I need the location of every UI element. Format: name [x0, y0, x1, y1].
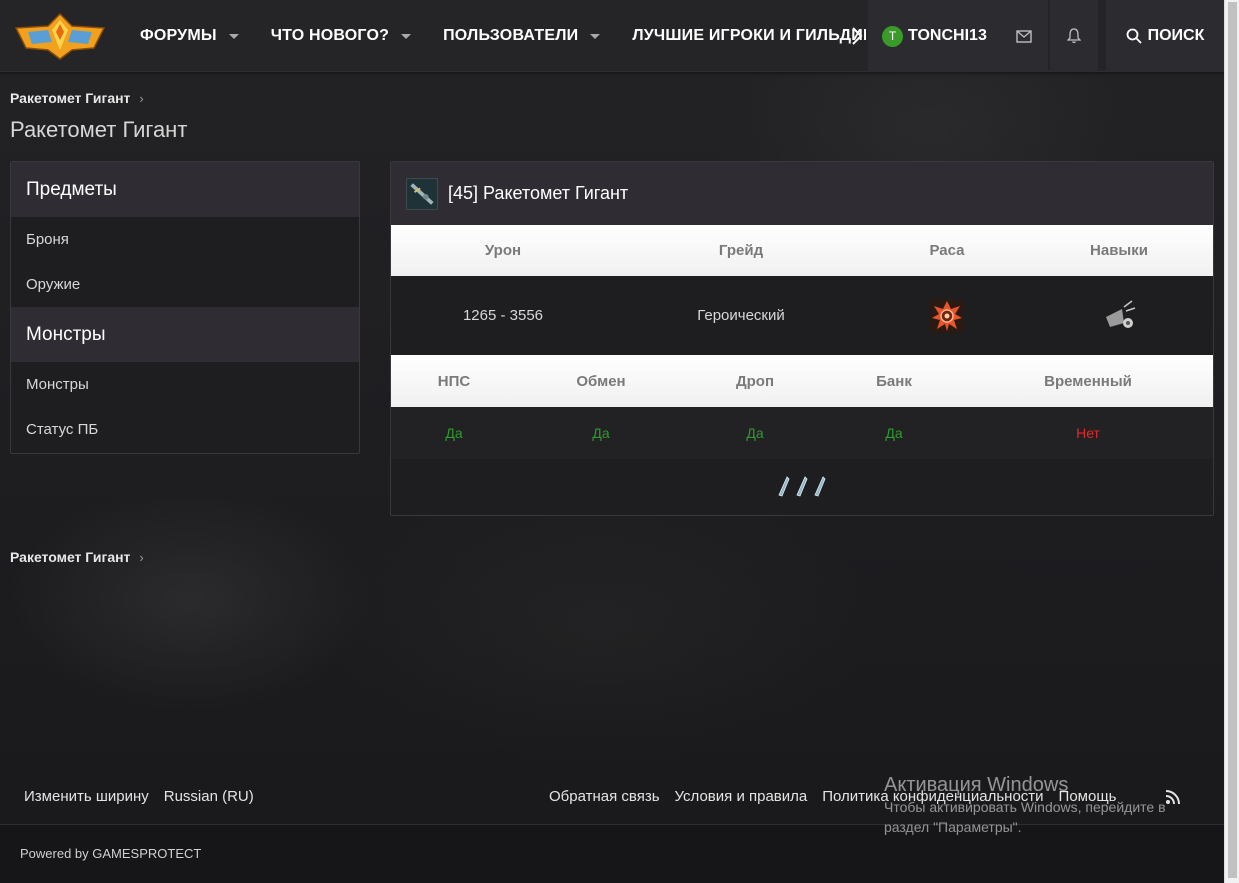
search-icon: [1126, 28, 1142, 44]
flags-header-row: НПС Обмен Дроп Банк Временный: [391, 355, 1213, 407]
avatar: T: [882, 25, 903, 47]
watermark-line-2: раздел "Параметры".: [884, 819, 1022, 835]
damage-value: 1265 - 3556: [462, 307, 544, 324]
main-nav: ФОРУМЫ ЧТО НОВОГО? ПОЛЬЗОВАТЕЛИ ЛУЧШИЕ И…: [124, 0, 866, 72]
soulshot-icons: [778, 476, 826, 497]
username: TONCHI13: [908, 27, 987, 44]
search-label: ПОИСК: [1147, 27, 1205, 44]
exchange-value: Да: [592, 425, 610, 441]
sidebar-item-pb-status[interactable]: Статус ПБ: [11, 407, 359, 452]
chevron-down-icon[interactable]: [401, 33, 412, 39]
chevron-right-icon: ›: [139, 90, 144, 106]
nav-forums-label: ФОРУМЫ: [140, 27, 217, 44]
header-npc: НПС: [437, 373, 471, 390]
nav-forums[interactable]: ФОРУМЫ: [124, 0, 255, 72]
powered-by: Powered by GAMESPROTECT: [20, 846, 202, 861]
chevron-right-icon: [852, 27, 863, 45]
page-title: Ракетомет Гигант: [10, 117, 188, 142]
nav-whats-new[interactable]: ЧТО НОВОГО?: [255, 0, 427, 72]
envelope-icon: [1016, 29, 1032, 43]
item-card: [45] Ракетомет Гигант Урон Грейд Раса На…: [390, 161, 1214, 516]
bell-icon: [1067, 28, 1081, 44]
footer-left-links: Изменить ширину Russian (RU): [24, 788, 269, 805]
site-logo[interactable]: [14, 12, 106, 60]
soulshot-row: [391, 459, 1213, 515]
terms-link[interactable]: Условия и правила: [675, 788, 808, 805]
top-navigation-bar: ФОРУМЫ ЧТО НОВОГО? ПОЛЬЗОВАТЕЛИ ЛУЧШИЕ И…: [0, 0, 1224, 72]
temporary-value: Нет: [1076, 425, 1100, 441]
breadcrumb-link[interactable]: Ракетомет Гигант: [10, 90, 130, 106]
stats-header-row: Урон Грейд Раса Навыки: [391, 225, 1213, 276]
search-button[interactable]: ПОИСК: [1106, 0, 1224, 72]
sidebar-heading-monsters: Монстры: [11, 307, 359, 362]
language-link[interactable]: Russian (RU): [164, 788, 254, 805]
sidebar-item-weapons[interactable]: Оружие: [11, 262, 359, 307]
breadcrumb-link[interactable]: Ракетомет Гигант: [10, 549, 130, 565]
rocket-launcher-icon: [406, 177, 438, 210]
npc-value: Да: [445, 425, 463, 441]
breadcrumb-bottom[interactable]: Ракетомет Гигант ›: [10, 549, 144, 565]
rss-icon[interactable]: [1165, 789, 1181, 805]
flags-value-row: Да Да Да Да Нет: [391, 407, 1213, 459]
chevron-down-icon[interactable]: [590, 33, 601, 39]
nav-whats-new-label: ЧТО НОВОГО?: [270, 27, 390, 44]
breadcrumb[interactable]: Ракетомет Гигант ›: [10, 90, 144, 106]
nav-members-label: ПОЛЬЗОВАТЕЛИ: [443, 27, 579, 44]
user-menu[interactable]: T TONCHI13: [868, 0, 1000, 72]
windows-activation-watermark: Активация Windows Чтобы активировать Win…: [884, 774, 1166, 837]
drop-value: Да: [746, 425, 764, 441]
header-temporary: Временный: [1044, 373, 1132, 390]
header-race: Раса: [929, 242, 965, 259]
header-bank: Банк: [876, 373, 912, 390]
header-damage: Урон: [484, 242, 522, 259]
sidebar-heading-items: Предметы: [11, 162, 359, 217]
chevron-right-icon: ›: [139, 549, 144, 565]
item-card-header: [45] Ракетомет Гигант: [391, 162, 1213, 225]
watermark-title: Активация Windows: [884, 774, 1069, 796]
chevron-down-icon[interactable]: [228, 33, 239, 39]
sidebar: Предметы Броня Оружие Монстры Монстры Ст…: [10, 161, 360, 454]
stats-value-row: 1265 - 3556 Героический: [391, 276, 1213, 355]
sidebar-item-armor[interactable]: Броня: [11, 217, 359, 262]
item-title: [45] Ракетомет Гигант: [448, 183, 629, 203]
watermark-line-1: Чтобы активировать Windows, перейдите в: [884, 799, 1166, 815]
alerts-button[interactable]: [1050, 0, 1098, 72]
inbox-button[interactable]: [1000, 0, 1048, 72]
skill-icon: [1102, 299, 1136, 333]
race-icon: [930, 299, 964, 333]
bank-value: Да: [885, 425, 903, 441]
sidebar-item-monsters[interactable]: Монстры: [11, 362, 359, 407]
header-skills: Навыки: [1090, 242, 1148, 259]
header-drop: Дроп: [735, 373, 775, 390]
nav-members[interactable]: ПОЛЬЗОВАТЕЛИ: [427, 0, 616, 72]
header-grade: Грейд: [718, 242, 764, 259]
change-width-link[interactable]: Изменить ширину: [24, 788, 149, 805]
nav-scroll-right-button[interactable]: [845, 22, 869, 50]
grade-value: Героический: [697, 307, 785, 324]
scrollbar-thumb[interactable]: [1228, 2, 1237, 878]
vertical-scrollbar[interactable]: [1224, 0, 1239, 883]
nav-top-players[interactable]: ЛУЧШИЕ ИГРОКИ И ГИЛЬДИИ: [616, 0, 866, 72]
contact-link[interactable]: Обратная связь: [549, 788, 660, 805]
header-exchange: Обмен: [576, 373, 626, 390]
nav-top-players-label: ЛУЧШИЕ ИГРОКИ И ГИЛЬДИИ: [632, 27, 867, 44]
